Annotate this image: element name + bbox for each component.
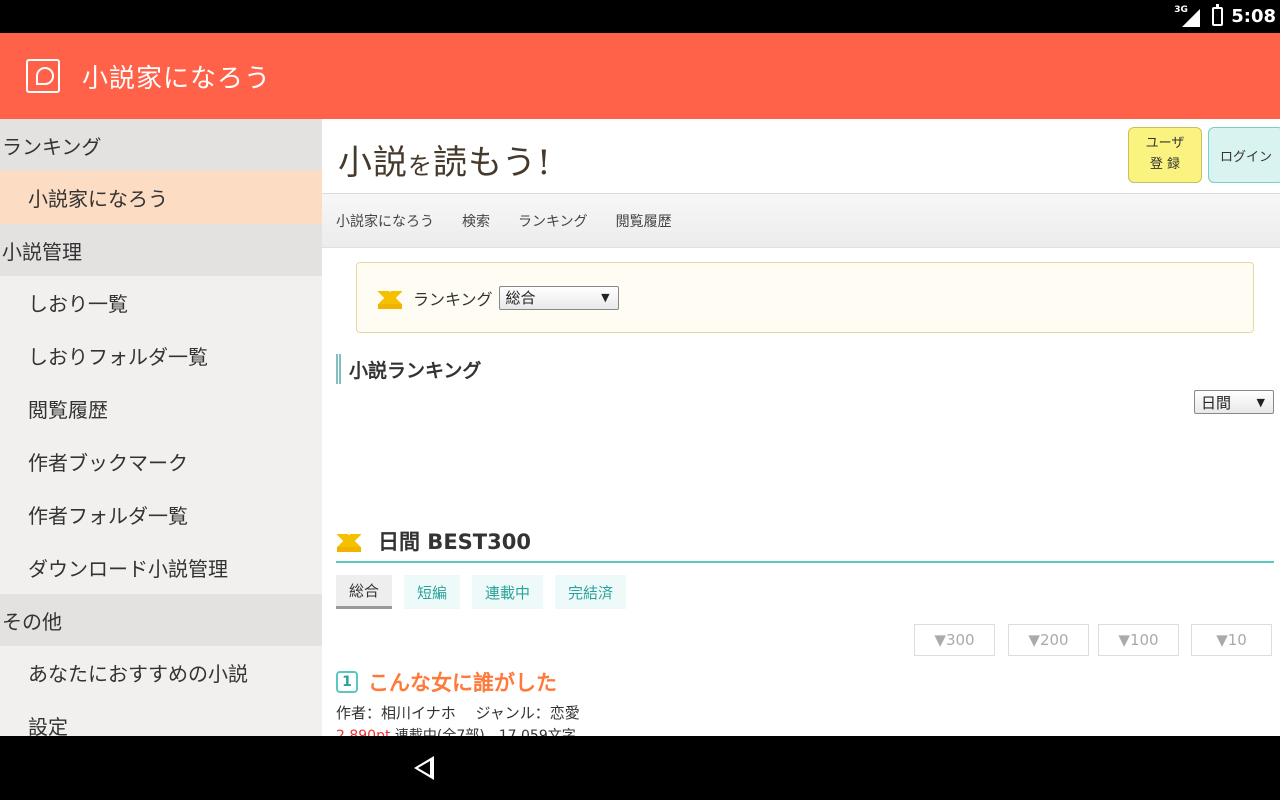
- site-header: 小説を読もう! ユーザ 登 録 ログイン: [322, 119, 1280, 194]
- system-nav-bar: [0, 736, 1280, 800]
- best-title: 日間 BEST300: [378, 530, 531, 554]
- ranking-type-select[interactable]: 総合 ▼: [498, 285, 619, 310]
- app-logo-icon[interactable]: [26, 59, 60, 93]
- ranking-selector-box: ランキング 総合 ▼: [356, 262, 1254, 333]
- nav-link-ranking[interactable]: ランキング: [518, 211, 588, 231]
- status-time: 5:08: [1231, 6, 1276, 27]
- battery-icon: [1212, 4, 1224, 26]
- login-button[interactable]: ログイン: [1208, 127, 1280, 183]
- sidebar-header-novel-management: 小説管理: [0, 224, 322, 276]
- sidebar-header-ranking: ランキング: [0, 119, 322, 171]
- tab-short[interactable]: 短編: [404, 575, 461, 609]
- navigation-drawer: ランキング 小説家になろう 小説管理 しおり一覧 しおりフォルダ一覧 閲覧履歴 …: [0, 119, 322, 736]
- sidebar-item-bookmark-folders[interactable]: しおりフォルダ一覧: [0, 329, 322, 382]
- register-line1: ユーザ: [1145, 136, 1185, 152]
- user-register-button[interactable]: ユーザ 登 録: [1128, 127, 1202, 183]
- app-title: 小説家になろう: [82, 63, 272, 94]
- tab-complete[interactable]: 完結済: [555, 575, 627, 609]
- list-item-title: 1 こんな女に誰がした: [336, 667, 557, 697]
- sidebar-item-history[interactable]: 閲覧履歴: [0, 382, 322, 435]
- sidebar-item-bookmarks[interactable]: しおり一覧: [0, 276, 322, 329]
- novel-stats: 2,890pt 連載中(全7部) 17,059文字: [336, 725, 576, 736]
- novel-points: 2,890pt: [336, 728, 391, 736]
- sidebar-item-narou[interactable]: 小説家になろう: [0, 171, 322, 224]
- sidebar-item-author-bookmarks[interactable]: 作者ブックマーク: [0, 435, 322, 488]
- sidebar-header-other: その他: [0, 594, 322, 646]
- novel-meta: 作者：相川イナホ ジャンル：恋愛: [336, 704, 580, 722]
- best-heading: 日間 BEST300: [336, 521, 1274, 563]
- site-logo-part3: 読もう!: [433, 143, 552, 183]
- crown-icon: [377, 287, 403, 309]
- tab-overall[interactable]: 総合: [336, 575, 393, 609]
- jump-300-button[interactable]: ▼300: [914, 624, 995, 656]
- app-bar: 小説家になろう: [0, 33, 1280, 119]
- web-content: 小説を読もう! ユーザ 登 録 ログイン 小説家になろう 検索 ランキング 閲覧…: [322, 119, 1280, 736]
- sidebar-item-downloads[interactable]: ダウンロード小説管理: [0, 541, 322, 594]
- genre-tabs: 総合 短編 連載中 完結済: [336, 575, 627, 609]
- back-icon[interactable]: [412, 754, 438, 782]
- site-nav: 小説家になろう 検索 ランキング 閲覧履歴: [322, 194, 1280, 248]
- sidebar-item-recommended[interactable]: あなたにおすすめの小説: [0, 646, 322, 699]
- period-value: 日間: [1201, 393, 1232, 412]
- section-title: 小説ランキング: [336, 354, 481, 384]
- nav-link-narou[interactable]: 小説家になろう: [336, 211, 434, 231]
- crown-icon: [336, 530, 362, 552]
- jump-100-button[interactable]: ▼100: [1098, 624, 1179, 656]
- dropdown-arrow-icon: ▼: [601, 291, 610, 304]
- tab-serial[interactable]: 連載中: [472, 575, 544, 609]
- ranking-type-value: 総合: [505, 289, 536, 307]
- site-logo-part2: を: [408, 152, 433, 180]
- novel-status: 連載中(全7部) 17,059文字: [394, 728, 576, 736]
- dropdown-arrow-icon: ▼: [1256, 395, 1265, 409]
- jump-10-button[interactable]: ▼10: [1191, 624, 1272, 656]
- site-logo-part1: 小説: [338, 143, 408, 183]
- novel-title-link[interactable]: こんな女に誰がした: [368, 667, 557, 697]
- rank-badge: 1: [336, 671, 358, 693]
- status-bar: 3G 5:08: [0, 0, 1280, 33]
- ranking-label: ランキング: [413, 289, 493, 309]
- sidebar-item-author-folders[interactable]: 作者フォルダ一覧: [0, 488, 322, 541]
- site-logo[interactable]: 小説を読もう!: [338, 135, 552, 184]
- register-line2: 登 録: [1149, 157, 1181, 172]
- nav-link-history[interactable]: 閲覧履歴: [616, 211, 672, 231]
- nav-link-search[interactable]: 検索: [462, 211, 490, 231]
- signal-icon: 3G: [1174, 5, 1201, 27]
- sidebar-item-settings[interactable]: 設定: [0, 699, 322, 736]
- period-select[interactable]: 日間 ▼: [1194, 390, 1274, 414]
- jump-200-button[interactable]: ▼200: [1008, 624, 1089, 656]
